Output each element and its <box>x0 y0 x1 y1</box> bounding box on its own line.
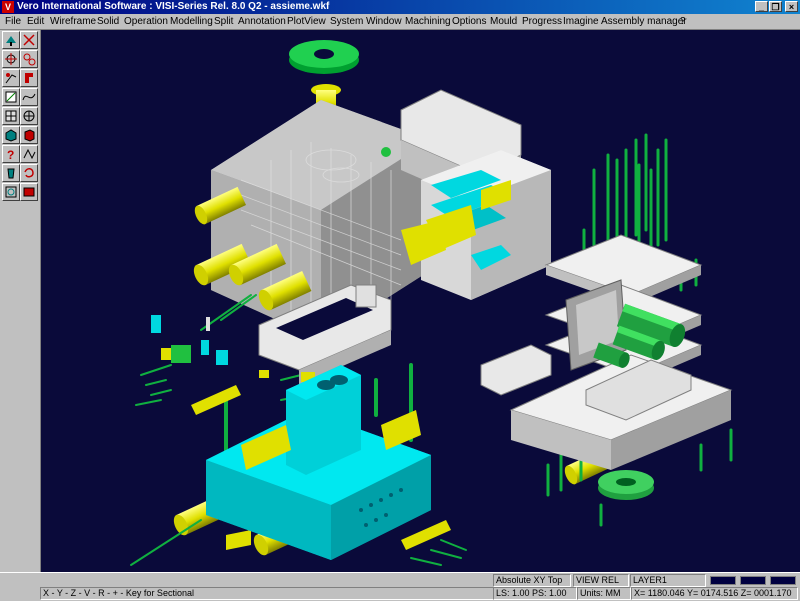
menu-bar: File Edit Wireframe Solid Operation Mode… <box>0 14 800 30</box>
ls-ps-field: LS: 1.00 PS: 1.00 <box>493 587 577 600</box>
menu-solid[interactable]: Solid <box>97 15 119 28</box>
status-indicator-3 <box>770 576 796 585</box>
menu-machining[interactable]: Machining <box>405 15 451 28</box>
menu-edit[interactable]: Edit <box>27 15 44 28</box>
left-toolbar: ? <box>0 30 41 590</box>
move-icon[interactable] <box>2 69 20 87</box>
menu-mould[interactable]: Mould <box>490 15 517 28</box>
undo-icon[interactable] <box>2 164 20 182</box>
menu-wireframe[interactable]: Wireframe <box>50 15 96 28</box>
scale-icon[interactable] <box>2 88 20 106</box>
menu-file[interactable]: File <box>5 15 21 28</box>
status-hint: X - Y - Z - V - R - + - Key for Sectiona… <box>40 587 494 600</box>
grid-icon[interactable] <box>2 107 20 125</box>
copy-icon[interactable] <box>20 69 38 87</box>
view-icon[interactable] <box>20 107 38 125</box>
menu-progress[interactable]: Progress <box>522 15 562 28</box>
app-logo-icon: V <box>2 1 14 13</box>
zoom-icon[interactable] <box>20 31 38 49</box>
title-bar[interactable]: V Vero International Software : VISI-Ser… <box>0 0 800 14</box>
fit-icon[interactable] <box>20 50 38 68</box>
view-rel-field[interactable]: VIEW REL <box>573 574 629 587</box>
menu-annotation[interactable]: Annotation <box>238 15 286 28</box>
layer-field[interactable]: LAYER1 <box>630 574 706 587</box>
svg-text:?: ? <box>7 148 14 161</box>
menu-imagine[interactable]: Imagine <box>563 15 599 28</box>
curve-icon[interactable] <box>20 88 38 106</box>
window-title: Vero International Software : VISI-Serie… <box>17 1 330 12</box>
mould-assembly-drawing <box>130 40 733 566</box>
menu-split[interactable]: Split <box>214 15 233 28</box>
redraw-icon[interactable] <box>20 183 38 201</box>
coordinates-readout: X= 1180.046 Y= 0174.516 Z= 0001.170 <box>631 587 798 600</box>
menu-operation[interactable]: Operation <box>124 15 168 28</box>
close-button[interactable]: × <box>785 1 798 12</box>
zoom-window-icon[interactable] <box>2 183 20 201</box>
cad-viewport[interactable] <box>41 30 800 572</box>
delete-icon[interactable] <box>20 164 38 182</box>
solid-box-icon[interactable] <box>2 126 20 144</box>
status-indicator-1 <box>710 576 736 585</box>
view-mode-field[interactable]: Absolute XY Top <box>493 574 571 587</box>
menu-window[interactable]: Window <box>366 15 402 28</box>
help-icon[interactable]: ? <box>2 145 20 163</box>
menu-help[interactable]: ? <box>680 15 686 28</box>
status-bar: X - Y - Z - V - R - + - Key for Sectiona… <box>0 572 800 601</box>
units-field: Units: MM <box>577 587 631 600</box>
top-flange <box>289 40 359 74</box>
status-indicator-2 <box>740 576 766 585</box>
menu-options[interactable]: Options <box>452 15 486 28</box>
measure-icon[interactable] <box>20 145 38 163</box>
menu-modelling[interactable]: Modelling <box>170 15 213 28</box>
menu-system[interactable]: System <box>330 15 363 28</box>
shade-icon[interactable] <box>20 126 38 144</box>
minimize-button[interactable]: _ <box>755 1 768 12</box>
menu-plotview[interactable]: PlotView <box>287 15 326 28</box>
rotate-icon[interactable] <box>2 50 20 68</box>
restore-button[interactable]: ❐ <box>769 1 782 12</box>
menu-assembly-manager[interactable]: Assembly manager <box>601 15 687 28</box>
pan-icon[interactable] <box>2 31 20 49</box>
